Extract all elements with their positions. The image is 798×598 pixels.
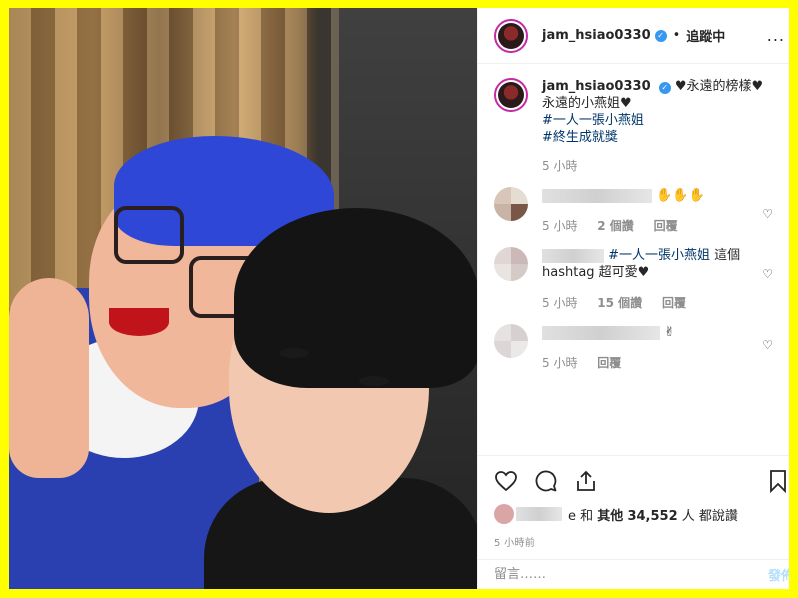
post-photo[interactable] [9,8,477,589]
verified-badge-icon: ✓ [658,82,671,94]
likes-summary: e 和 其他 34,552 人 都說讚 [494,504,774,524]
reply-button[interactable]: 回覆 [597,356,621,370]
eye-left [279,348,309,358]
post-header: jam_hsiao0330 ✓ • 追蹤中 ... [478,8,789,64]
comment-item: ✌ 5 小時 回覆 ♡ [494,324,773,372]
hashtag-link[interactable]: #一人一張小燕姐 [542,112,773,129]
commenter-avatar-blurred[interactable] [494,247,528,281]
heart-icon[interactable] [494,469,518,493]
red-lips [109,308,169,336]
blurred-username [542,248,604,263]
eye-right [359,376,389,386]
comment-likes[interactable]: 15 個讚 [597,296,642,310]
following-button[interactable]: 追蹤中 [686,26,725,45]
comment-box: 發佈 [478,559,789,589]
separator-dot: • [672,28,681,43]
likes-suffix: 人 都說讚 [681,508,738,524]
comment-like-heart-icon[interactable]: ♡ [762,338,773,352]
hashtag-link[interactable]: #終生成就獎 [542,129,773,146]
caption-username[interactable]: jam_hsiao0330 [542,79,651,94]
commenter-avatar-blurred[interactable] [494,187,528,221]
reply-button[interactable]: 回覆 [654,219,678,233]
commenter-avatar-blurred[interactable] [494,324,528,358]
comment-time: 5 小時 [542,219,578,233]
posted-time: 5 小時前 [494,538,536,549]
post-actions: e 和 其他 34,552 人 都說讚 5 小時前 [478,455,789,549]
reply-button[interactable]: 回覆 [662,296,686,310]
comment-time: 5 小時 [542,296,578,310]
comment-likes[interactable]: 2 個讚 [597,219,634,233]
comment-item: #一人一張小燕姐 這個 hashtag 超可愛♥ 5 小時 15 個讚 回覆 ♡ [494,247,773,312]
hashtag-link[interactable]: #一人一張小燕姐 [608,248,710,263]
post-side-panel: jam_hsiao0330 ✓ • 追蹤中 ... jam_hsiao0330 … [477,8,789,589]
comment-icon[interactable] [534,469,558,493]
person-right-hair [234,208,477,388]
verified-badge-icon: ✓ [654,29,667,42]
blurred-liker-name [516,507,562,521]
comment-input[interactable] [494,567,734,582]
bookmark-icon[interactable] [768,469,789,494]
likes-count[interactable]: 34,552 [627,509,677,524]
post-caption: jam_hsiao0330 ✓ ♥永遠的榜樣♥永遠的小燕姐♥ #一人一張小燕姐 … [494,78,773,175]
comment-like-heart-icon[interactable]: ♡ [762,267,773,281]
liker-avatar[interactable] [494,504,514,524]
likes-others-label[interactable]: 其他 [597,509,623,524]
author-avatar[interactable] [494,18,528,53]
likes-and: 和 [580,508,594,524]
caption-time: 5 小時 [542,159,578,173]
liker-name-suffix: e [568,508,576,524]
author-username[interactable]: jam_hsiao0330 [542,28,651,43]
instagram-post-frame: jam_hsiao0330 ✓ • 追蹤中 ... jam_hsiao0330 … [9,8,789,589]
comment-item: ✋✋✋ 5 小時 2 個讚 回覆 ♡ [494,187,773,235]
blurred-username [542,188,652,203]
comment-text: ✌ [664,325,676,340]
more-options-icon[interactable]: ... [767,26,785,45]
comments-list[interactable]: jam_hsiao0330 ✓ ♥永遠的榜樣♥永遠的小燕姐♥ #一人一張小燕姐 … [478,64,789,462]
comment-time: 5 小時 [542,356,578,370]
share-icon[interactable] [574,469,598,493]
comment-like-heart-icon[interactable]: ♡ [762,207,773,221]
caption-avatar[interactable] [494,78,528,112]
comment-text: ✋✋✋ [656,188,705,203]
peace-sign-hand [9,278,89,478]
glasses-left-lens [114,206,184,264]
post-comment-button[interactable]: 發佈 [768,565,789,584]
blurred-username [542,325,660,340]
